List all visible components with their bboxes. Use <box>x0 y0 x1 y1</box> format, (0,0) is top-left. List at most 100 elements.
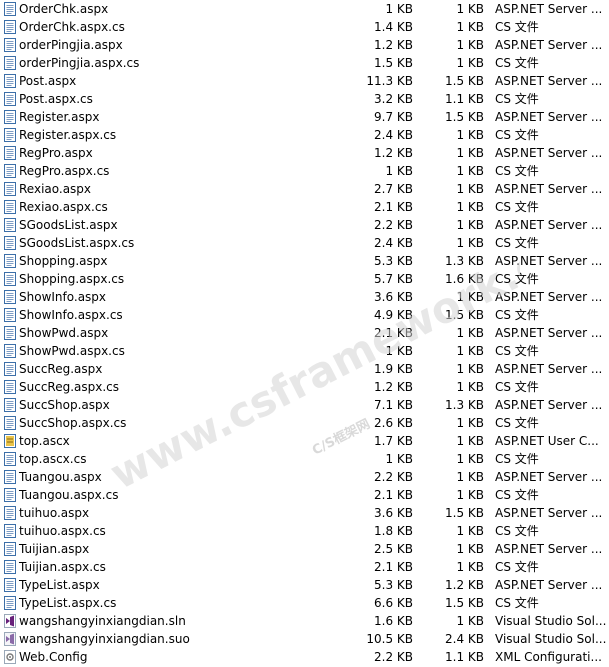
file-name: orderPingjia.aspx.cs <box>19 56 140 70</box>
file-row[interactable]: top.ascx.cs 1 KB 1 KB CS 文件 <box>0 450 609 468</box>
cs-file-icon <box>4 272 16 286</box>
file-row[interactable]: OrderChk.aspx.cs 1.4 KB 1 KB CS 文件 <box>0 18 609 36</box>
file-row[interactable]: TypeList.aspx.cs 6.6 KB 1.5 KB CS 文件 <box>0 594 609 612</box>
file-compressed-size: 1.1 KB <box>445 92 484 106</box>
file-row[interactable]: SGoodsList.aspx 2.2 KB 1 KB ASP.NET Server … <box>0 216 609 234</box>
file-name: ShowPwd.aspx.cs <box>19 344 125 358</box>
file-row[interactable]: top.ascx 1.7 KB 1 KB ASP.NET User C... <box>0 432 609 450</box>
file-row[interactable]: tuihuo.aspx.cs 1.8 KB 1 KB CS 文件 <box>0 522 609 540</box>
file-row[interactable]: ShowInfo.aspx.cs 4.9 KB 1.5 KB CS 文件 <box>0 306 609 324</box>
aspx-file-icon <box>4 326 16 340</box>
file-size: 9.7 KB <box>374 110 413 124</box>
file-row[interactable]: wangshangyinxiangdian.sln 1.6 KB 1 KB Visua… <box>0 612 609 630</box>
file-row[interactable]: Tuangou.aspx 2.2 KB 1 KB ASP.NET Server ... <box>0 468 609 486</box>
aspx-file-icon <box>4 218 16 232</box>
file-compressed-size: 1 KB <box>456 470 484 484</box>
file-name: top.ascx <box>19 434 70 448</box>
file-name: orderPingjia.aspx <box>19 38 123 52</box>
file-compressed-size: 1.5 KB <box>445 308 484 322</box>
file-type: CS 文件 <box>495 272 539 286</box>
file-row[interactable]: orderPingjia.aspx.cs 1.5 KB 1 KB CS 文件 <box>0 54 609 72</box>
file-row[interactable]: Register.aspx 9.7 KB 1.5 KB ASP.NET Server … <box>0 108 609 126</box>
file-compressed-size: 1.1 KB <box>445 650 484 664</box>
file-compressed-size: 1 KB <box>456 20 484 34</box>
file-row[interactable]: ShowPwd.aspx 2.1 KB 1 KB ASP.NET Server ... <box>0 324 609 342</box>
file-name: ShowPwd.aspx <box>19 326 109 340</box>
file-size: 5.3 KB <box>374 254 413 268</box>
cs-file-icon <box>4 236 16 250</box>
file-size: 3.6 KB <box>374 290 413 304</box>
file-compressed-size: 1 KB <box>456 560 484 574</box>
file-row[interactable]: RegPro.aspx.cs 1 KB 1 KB CS 文件 <box>0 162 609 180</box>
file-row[interactable]: Web.Config 2.2 KB 1.1 KB XML Configurati... <box>0 648 609 666</box>
file-row[interactable]: Tuijian.aspx.cs 2.1 KB 1 KB CS 文件 <box>0 558 609 576</box>
file-compressed-size: 1 KB <box>456 290 484 304</box>
file-compressed-size: 1 KB <box>456 524 484 538</box>
file-size: 5.7 KB <box>374 272 413 286</box>
file-size: 1 KB <box>385 164 413 178</box>
file-size: 2.5 KB <box>374 542 413 556</box>
file-row[interactable]: Tuijian.aspx 2.5 KB 1 KB ASP.NET Server ... <box>0 540 609 558</box>
file-row[interactable]: Post.aspx.cs 3.2 KB 1.1 KB CS 文件 <box>0 90 609 108</box>
file-row[interactable]: ShowInfo.aspx 3.6 KB 1 KB ASP.NET Server ..… <box>0 288 609 306</box>
file-row[interactable]: SuccReg.aspx.cs 1.2 KB 1 KB CS 文件 <box>0 378 609 396</box>
file-type: ASP.NET Server ... <box>495 38 603 52</box>
file-row[interactable]: SuccShop.aspx.cs 2.6 KB 1 KB CS 文件 <box>0 414 609 432</box>
file-row[interactable]: orderPingjia.aspx 1.2 KB 1 KB ASP.NET Serve… <box>0 36 609 54</box>
file-name: Rexiao.aspx.cs <box>19 200 108 214</box>
file-row[interactable]: SuccShop.aspx 7.1 KB 1.3 KB ASP.NET Server … <box>0 396 609 414</box>
suo-file-icon <box>4 632 16 646</box>
file-row[interactable]: Post.aspx 11.3 KB 1.5 KB ASP.NET Server ... <box>0 72 609 90</box>
file-size: 2.1 KB <box>374 488 413 502</box>
file-row[interactable]: TypeList.aspx 5.3 KB 1.2 KB ASP.NET Server … <box>0 576 609 594</box>
file-row[interactable]: tuihuo.aspx 3.6 KB 1.5 KB ASP.NET Server ..… <box>0 504 609 522</box>
file-name: RegPro.aspx <box>19 146 93 160</box>
file-type: XML Configurati... <box>495 650 602 664</box>
cs-file-icon <box>4 20 16 34</box>
file-compressed-size: 1 KB <box>456 344 484 358</box>
file-type: ASP.NET Server ... <box>495 578 603 592</box>
file-size: 2.6 KB <box>374 416 413 430</box>
file-compressed-size: 1 KB <box>456 362 484 376</box>
file-type: ASP.NET Server ... <box>495 362 603 376</box>
aspx-file-icon <box>4 146 16 160</box>
file-size: 2.4 KB <box>374 236 413 250</box>
aspx-file-icon <box>4 470 16 484</box>
file-size: 2.1 KB <box>374 200 413 214</box>
file-row[interactable]: SGoodsList.aspx.cs 2.4 KB 1 KB CS 文件 <box>0 234 609 252</box>
cs-file-icon <box>4 560 16 574</box>
file-name: TypeList.aspx <box>19 578 100 592</box>
file-type: CS 文件 <box>495 92 539 106</box>
file-row[interactable]: ShowPwd.aspx.cs 1 KB 1 KB CS 文件 <box>0 342 609 360</box>
file-compressed-size: 1 KB <box>456 326 484 340</box>
file-compressed-size: 1 KB <box>456 434 484 448</box>
file-name: Rexiao.aspx <box>19 182 92 196</box>
file-name: Register.aspx <box>19 110 100 124</box>
cs-file-icon <box>4 92 16 106</box>
file-row[interactable]: Rexiao.aspx.cs 2.1 KB 1 KB CS 文件 <box>0 198 609 216</box>
file-row[interactable]: Rexiao.aspx 2.7 KB 1 KB ASP.NET Server ... <box>0 180 609 198</box>
file-type: ASP.NET Server ... <box>495 2 603 16</box>
file-row[interactable]: RegPro.aspx 1.2 KB 1 KB ASP.NET Server ... <box>0 144 609 162</box>
file-name: Tuijian.aspx <box>19 542 90 556</box>
file-row[interactable]: SuccReg.aspx 1.9 KB 1 KB ASP.NET Server ... <box>0 360 609 378</box>
file-name: wangshangyinxiangdian.sln <box>19 614 186 628</box>
file-row[interactable]: wangshangyinxiangdian.suo 10.5 KB 2.4 KB Vi… <box>0 630 609 648</box>
aspx-file-icon <box>4 290 16 304</box>
file-type: CS 文件 <box>495 452 539 466</box>
file-row[interactable]: OrderChk.aspx 1 KB 1 KB ASP.NET Server ... <box>0 0 609 18</box>
cs-file-icon <box>4 488 16 502</box>
file-row[interactable]: Tuangou.aspx.cs 2.1 KB 1 KB CS 文件 <box>0 486 609 504</box>
file-compressed-size: 1 KB <box>456 416 484 430</box>
file-compressed-size: 1 KB <box>456 236 484 250</box>
file-compressed-size: 1 KB <box>456 218 484 232</box>
file-name: Post.aspx <box>19 74 77 88</box>
file-row[interactable]: Shopping.aspx 5.3 KB 1.3 KB ASP.NET Server … <box>0 252 609 270</box>
file-name: SuccShop.aspx <box>19 398 110 412</box>
file-size: 5.3 KB <box>374 578 413 592</box>
file-row[interactable]: Shopping.aspx.cs 5.7 KB 1.6 KB CS 文件 <box>0 270 609 288</box>
file-size: 1.8 KB <box>374 524 413 538</box>
file-compressed-size: 1.3 KB <box>445 254 484 268</box>
file-row[interactable]: Register.aspx.cs 2.4 KB 1 KB CS 文件 <box>0 126 609 144</box>
file-name: SuccReg.aspx <box>19 362 103 376</box>
